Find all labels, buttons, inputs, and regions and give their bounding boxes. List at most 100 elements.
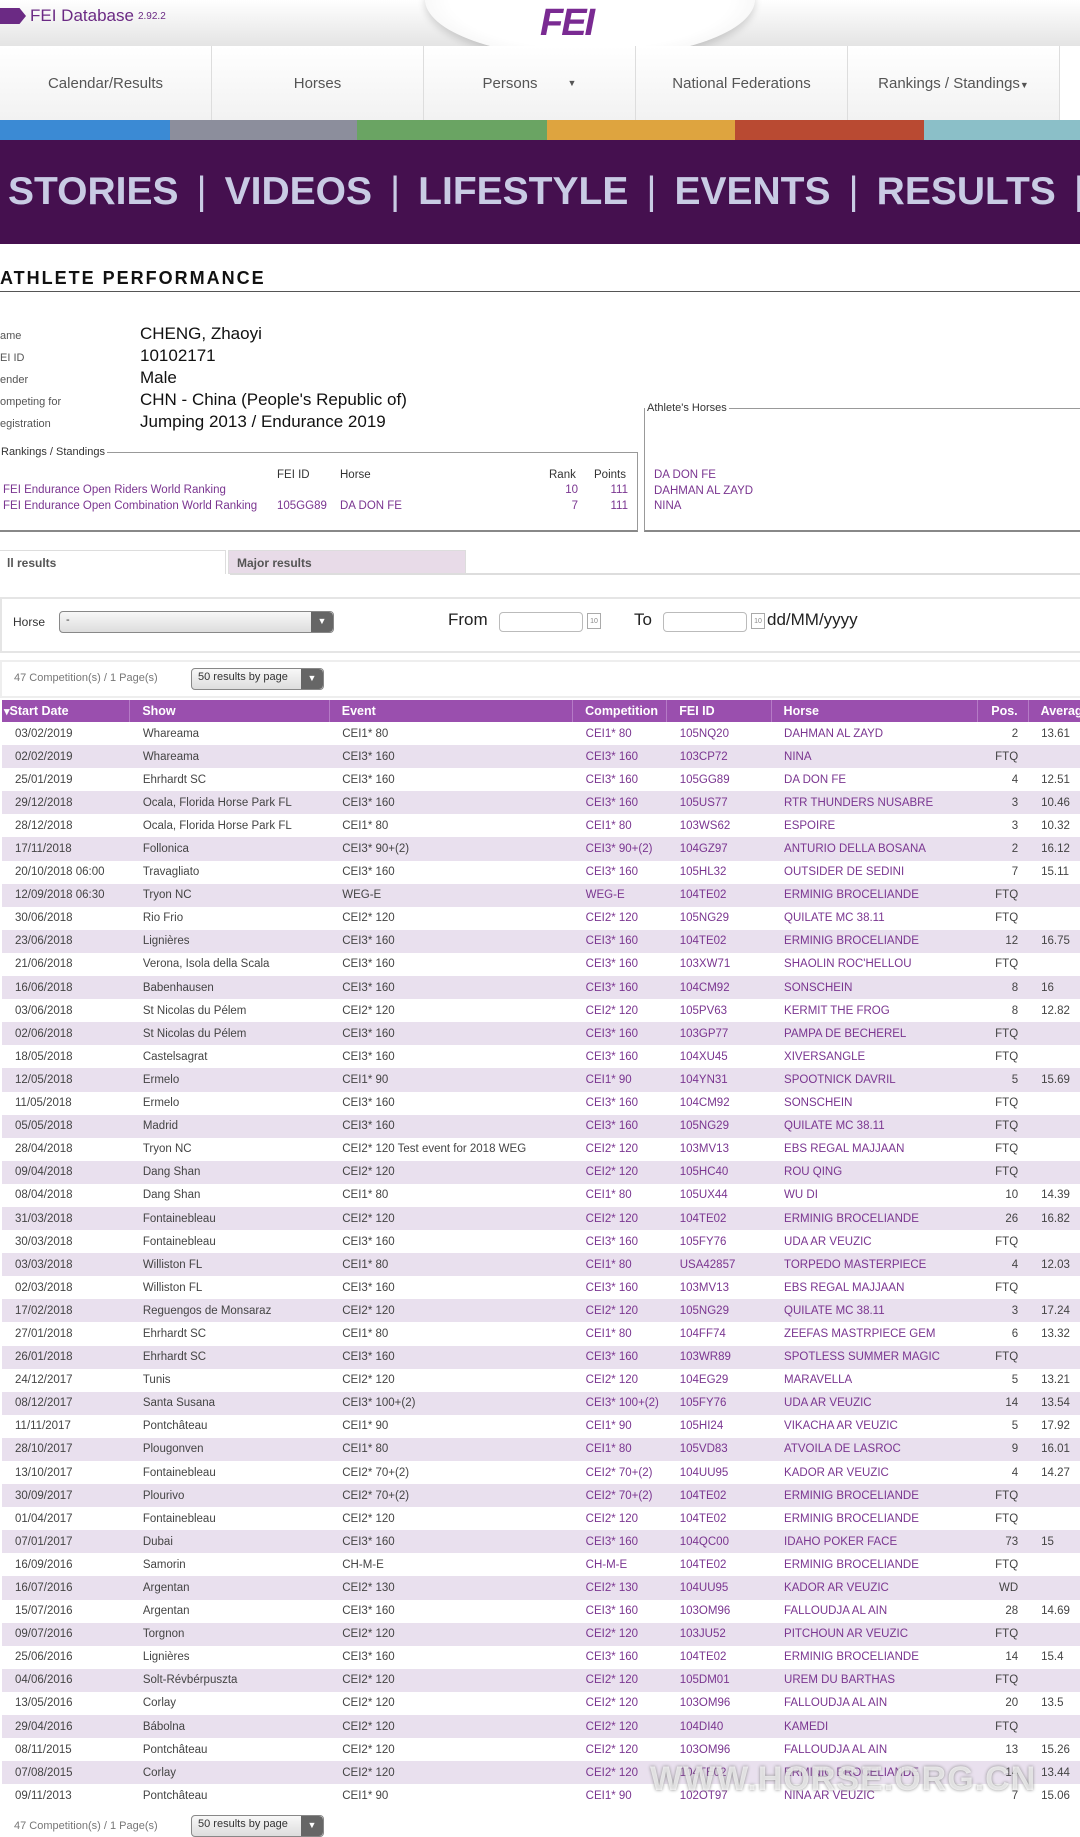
banner-link[interactable]: RESULTS	[877, 170, 1056, 214]
competition-link[interactable]: CEI3* 160	[573, 768, 667, 791]
fei-id-link[interactable]: 105NG29	[666, 1299, 772, 1323]
fei-id-link[interactable]: 104CM92	[666, 976, 772, 1000]
nav-calendar-results[interactable]: Calendar/Results	[0, 46, 212, 120]
competition-link[interactable]: CEI2* 120	[573, 999, 667, 1022]
ranking-link[interactable]: FEI Endurance Open Combination World Ran…	[3, 500, 257, 512]
competition-link[interactable]: CEI2* 120	[572, 1622, 667, 1646]
horse-link[interactable]: SHAOLIN ROC'HELLOU	[771, 953, 978, 976]
horse-link[interactable]: DAHMAN AL ZAYD	[771, 722, 978, 745]
column-header[interactable]: Average	[1028, 700, 1080, 722]
competition-link[interactable]: CEI2* 120	[573, 907, 667, 930]
horse-link[interactable]: SONSCHEIN	[771, 1092, 978, 1115]
competition-link[interactable]: CEI1* 80	[573, 1322, 667, 1345]
fei-id-link[interactable]: 105HI24	[667, 1415, 771, 1438]
competition-link[interactable]: CEI2* 120	[572, 1668, 667, 1692]
nav-national-federations[interactable]: National Federations	[636, 46, 848, 120]
horse-link[interactable]: WU DI	[771, 1184, 978, 1207]
competition-link[interactable]: CEI2* 120	[573, 1692, 667, 1715]
competition-link[interactable]: CEI2* 120	[573, 1138, 667, 1161]
fei-id-link[interactable]: 104UU95	[667, 1461, 771, 1484]
fei-id-link[interactable]: 105GG89	[667, 768, 771, 791]
fei-id-link[interactable]: 103CP72	[666, 745, 772, 769]
competition-link[interactable]: CEI3* 160	[573, 953, 667, 976]
fei-id-link[interactable]: 105UX44	[667, 1184, 771, 1207]
competition-link[interactable]: CEI1* 80	[572, 1437, 667, 1461]
competition-link[interactable]: CEI1* 80	[573, 722, 667, 745]
fei-id-link[interactable]: 103GP77	[666, 1022, 772, 1046]
competition-link[interactable]: CEI3* 160	[573, 1646, 667, 1669]
competition-link[interactable]: CEI3* 160	[572, 1530, 667, 1554]
competition-link[interactable]: CEI1* 90	[573, 1415, 667, 1438]
banner-link[interactable]: STORIES	[8, 170, 179, 214]
fei-logo[interactable]: FEI	[540, 2, 595, 45]
competition-link[interactable]: CEI3* 160	[573, 1276, 667, 1299]
competition-link[interactable]: CEI3* 160	[572, 1345, 667, 1369]
fei-id-link[interactable]: 104TE02	[667, 1507, 771, 1530]
horse-link[interactable]: ERMINIG BROCELIANDE	[771, 883, 978, 907]
athlete-horse-link[interactable]: DAHMAN AL ZAYD	[654, 485, 753, 497]
fei-id-link[interactable]: 105HL32	[667, 861, 771, 884]
fei-id-link[interactable]: 104TE02	[666, 883, 772, 907]
horse-link[interactable]: QUILATE MC 38.11	[771, 1114, 978, 1138]
column-header[interactable]: ▾Start Date	[2, 700, 131, 722]
horse-link[interactable]: OUTSIDER DE SEDINI	[771, 861, 978, 884]
competition-link[interactable]: CEI1* 90	[572, 1068, 667, 1092]
competition-link[interactable]: CEI3* 160	[572, 1022, 667, 1046]
from-date-input[interactable]	[499, 612, 583, 632]
competition-link[interactable]: CEI3* 160	[573, 1045, 667, 1068]
horse-link[interactable]: ROU QING	[771, 1160, 978, 1184]
competition-link[interactable]: WEG-E	[572, 883, 667, 907]
fei-id-link[interactable]: 104DI40	[666, 1715, 772, 1739]
fei-id-link[interactable]: 105NG29	[667, 907, 771, 930]
horse-link[interactable]: FALLOUDJA AL AIN	[771, 1600, 978, 1623]
fei-id-link[interactable]: USA42857	[666, 1253, 772, 1277]
horse-link[interactable]: SONSCHEIN	[771, 976, 978, 1000]
fei-id-link[interactable]: 105FY76	[667, 1230, 771, 1253]
competition-link[interactable]: CEI2* 120	[572, 1206, 667, 1231]
horse-select[interactable]: - ▼	[59, 611, 334, 633]
page-size-select[interactable]: 50 results by page ▼	[191, 668, 324, 690]
tab-major-results[interactable]: Major results	[228, 550, 466, 574]
horse-link[interactable]: FALLOUDJA AL AIN	[771, 1738, 978, 1761]
competition-link[interactable]: CEI3* 160	[573, 1600, 667, 1623]
horse-link[interactable]: XIVERSANGLE	[771, 1045, 978, 1068]
competition-link[interactable]: CEI2* 120	[573, 1738, 667, 1761]
competition-link[interactable]: CEI1* 80	[573, 814, 667, 837]
competition-link[interactable]: CEI2* 120	[572, 1715, 667, 1739]
competition-link[interactable]: CEI2* 120	[573, 1369, 667, 1392]
column-header[interactable]: FEI ID	[666, 700, 772, 722]
column-header[interactable]: Pos.	[977, 700, 1029, 722]
banner-link[interactable]: LIFESTYLE	[418, 170, 628, 214]
nav-rankings-standings[interactable]: Rankings / Standings▼	[848, 46, 1060, 120]
competition-link[interactable]: CEI3* 160	[572, 1114, 667, 1138]
horse-link[interactable]: UDA AR VEUZIC	[771, 1391, 978, 1415]
horse-link[interactable]: EBS REGAL MAJJAAN	[771, 1276, 978, 1299]
fei-id-link[interactable]: 103MV13	[667, 1138, 771, 1161]
fei-id-link[interactable]: 104EG29	[667, 1369, 771, 1392]
horse-link[interactable]: TORPEDO MASTERPIECE	[771, 1253, 978, 1277]
fei-id-link[interactable]: 104YN31	[666, 1068, 772, 1092]
horse-link[interactable]: SPOOTNICK DAVRIL	[771, 1068, 978, 1092]
horse-link[interactable]: UDA AR VEUZIC	[771, 1230, 978, 1253]
calendar-icon[interactable]: 10	[587, 613, 601, 629]
horse-link[interactable]: ZEEFAS MASTRPIECE GEM	[771, 1322, 978, 1345]
column-header[interactable]: Horse	[771, 700, 979, 722]
competition-link[interactable]: CEI3* 160	[573, 1230, 667, 1253]
fei-id-link[interactable]: 104TE02	[666, 1484, 772, 1508]
competition-link[interactable]: CEI2* 120	[573, 1507, 667, 1530]
calendar-icon[interactable]: 10	[751, 613, 765, 629]
athlete-horse-link[interactable]: NINA	[654, 500, 681, 512]
fei-id-link[interactable]: 103OM96	[667, 1600, 771, 1623]
fei-id-link[interactable]: 105FY76	[666, 1391, 772, 1415]
fei-id-link[interactable]: 103WR89	[666, 1345, 772, 1369]
competition-link[interactable]: CEI2* 130	[572, 1576, 667, 1600]
competition-link[interactable]: CEI3* 160	[572, 791, 667, 815]
competition-link[interactable]: CEI3* 90+(2)	[572, 837, 667, 861]
horse-link[interactable]: MARAVELLA	[771, 1369, 978, 1392]
fei-id-link[interactable]: 105DM01	[666, 1668, 772, 1692]
fei-id-link[interactable]: 103OM96	[667, 1738, 771, 1761]
horse-link[interactable]: ESPOIRE	[771, 814, 978, 837]
horse-link[interactable]: QUILATE MC 38.11	[771, 907, 978, 930]
horse-link[interactable]: EBS REGAL MAJJAAN	[771, 1138, 978, 1161]
fei-id-link[interactable]: 103MV13	[667, 1276, 771, 1299]
